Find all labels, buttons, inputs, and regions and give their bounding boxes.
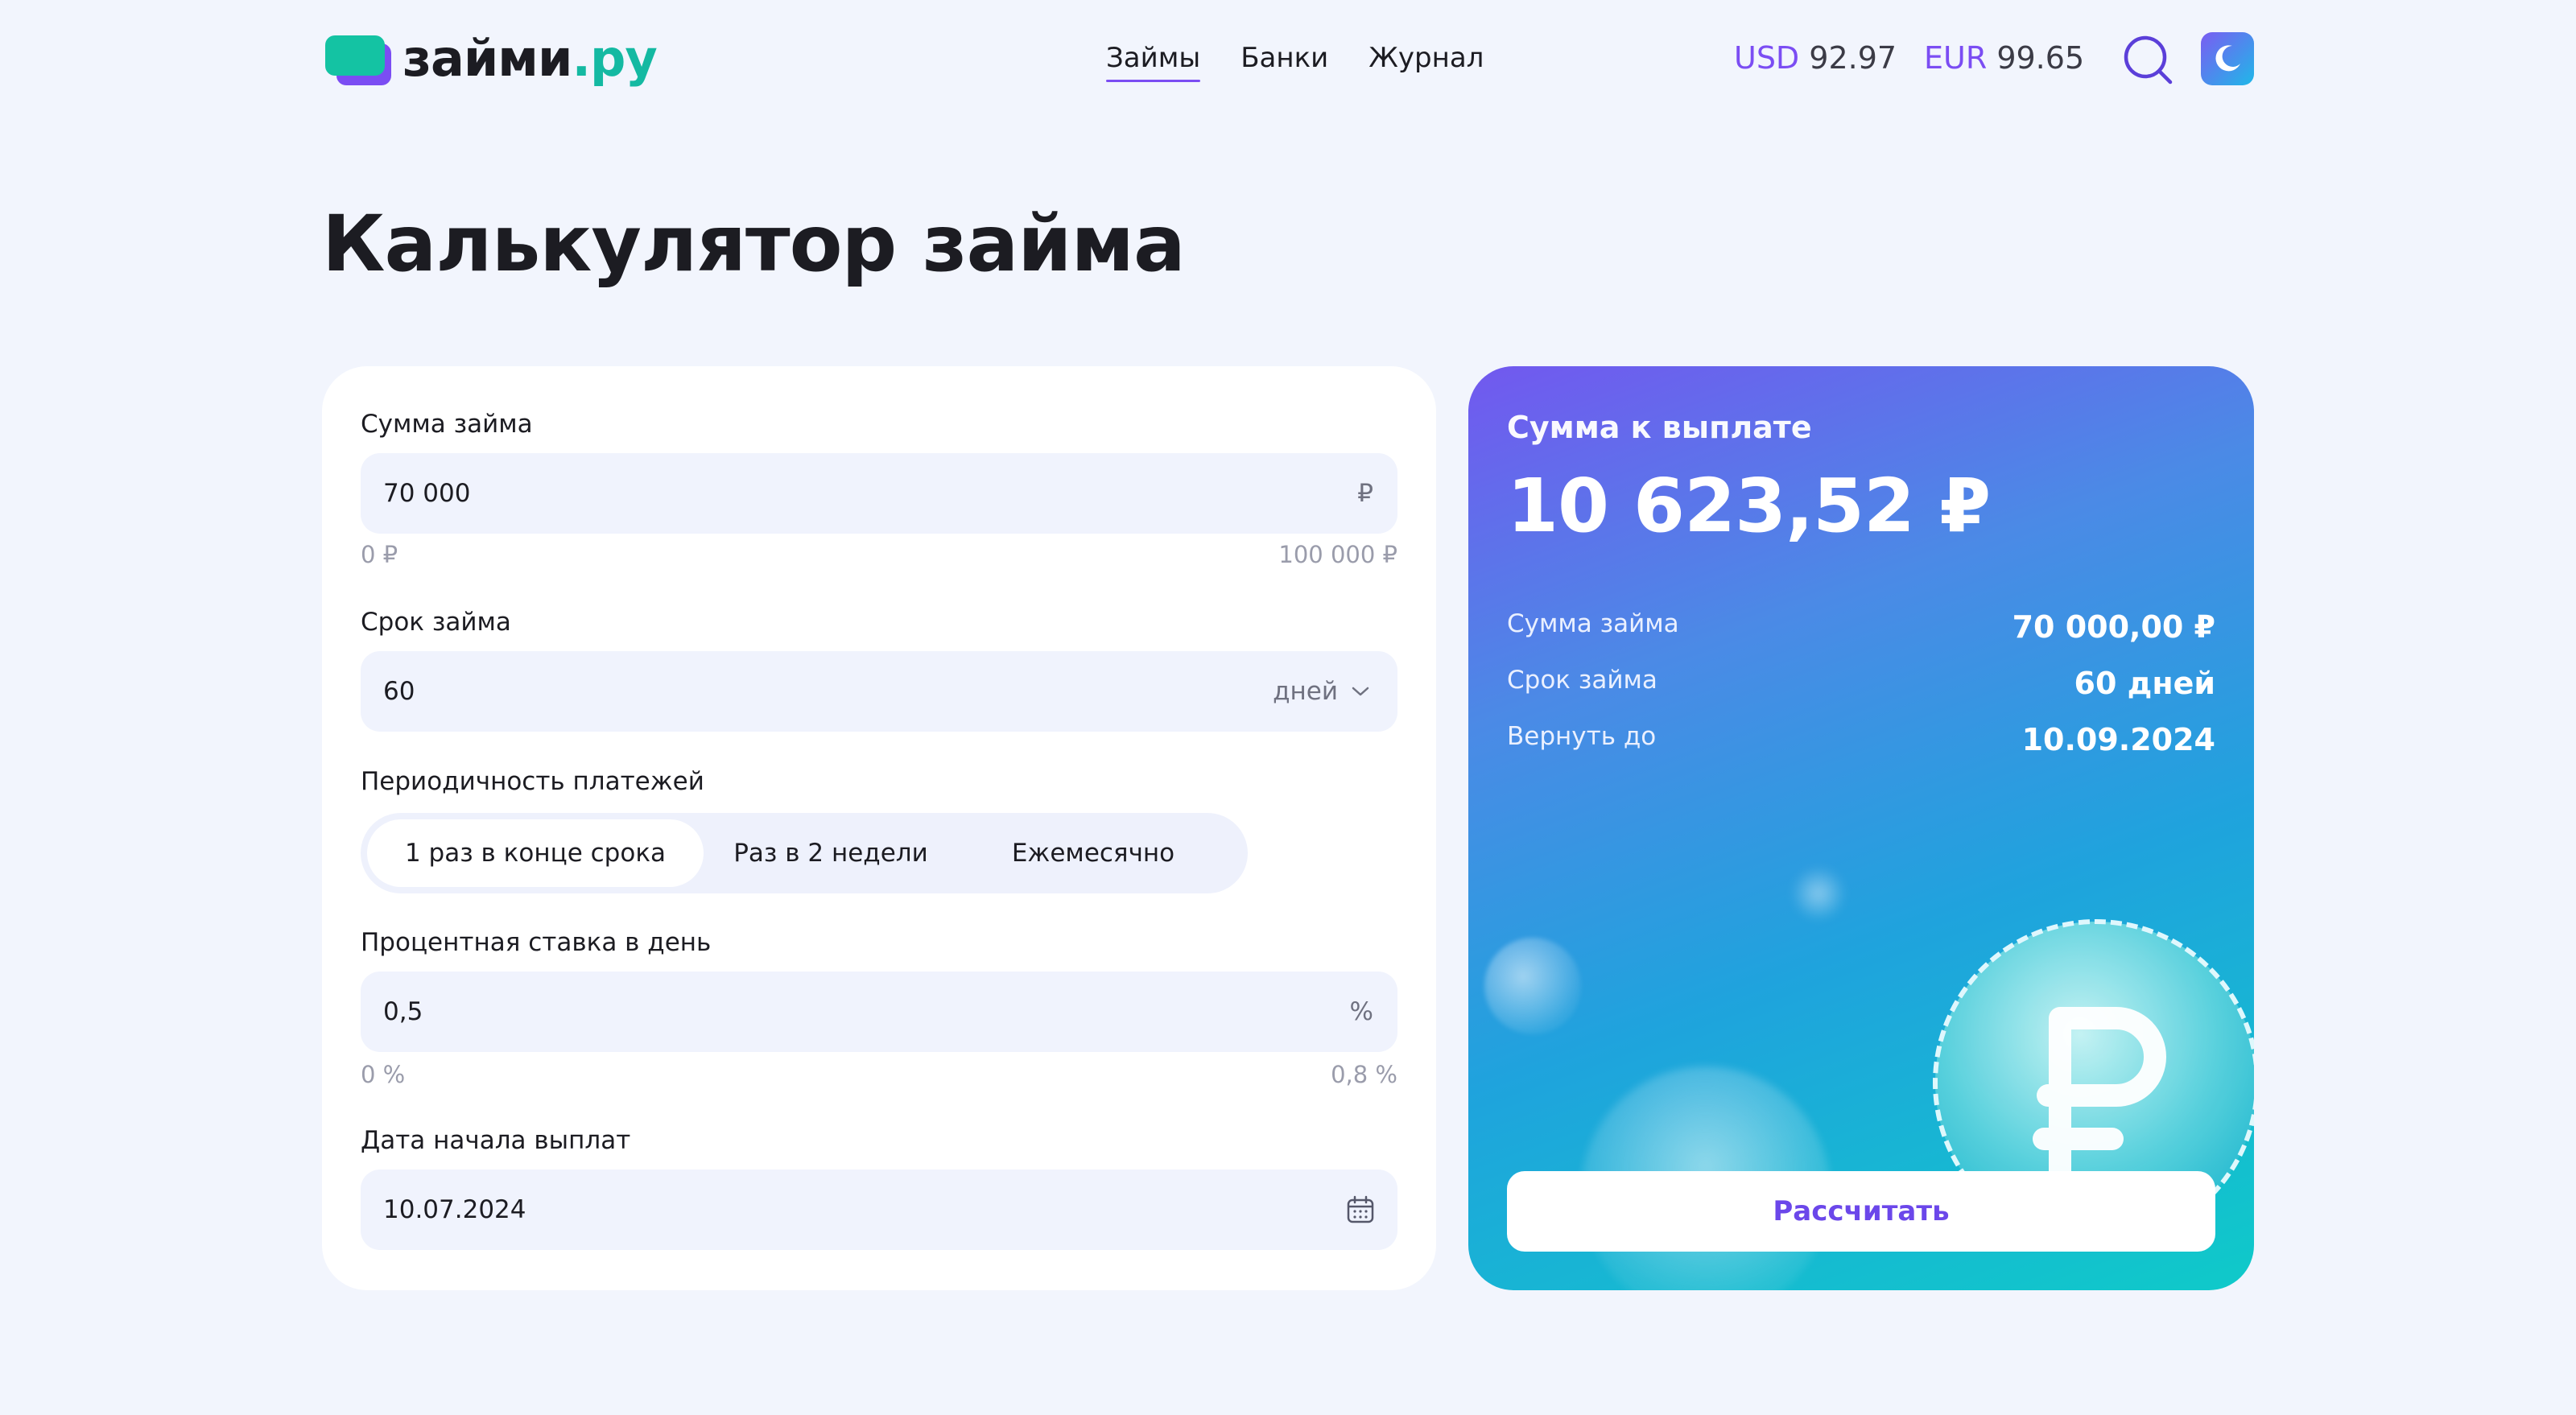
term-input[interactable]: 60 дней [361, 651, 1397, 732]
term-value: 60 [383, 677, 415, 706]
amount-min-label: 0 ₽ [361, 541, 398, 568]
search-icon [2124, 35, 2173, 85]
calculate-button[interactable]: Рассчитать [1507, 1171, 2215, 1252]
theme-toggle-button[interactable] [2201, 32, 2254, 85]
rate-input[interactable]: 0,5 % [361, 972, 1397, 1052]
term-unit-select[interactable]: дней [1273, 675, 1338, 708]
result-amount: 10 623,52 ₽ [1507, 463, 1991, 549]
eur-rate: EUR 99.65 [1924, 40, 2084, 76]
start-date-input[interactable]: 10.07.2024 [361, 1170, 1397, 1250]
rate-value: 0,5 [383, 997, 423, 1026]
usd-rate: USD 92.97 [1734, 40, 1897, 76]
rate-label: Процентная ставка в день [361, 928, 712, 957]
eur-rate-value: 99.65 [1996, 40, 2085, 76]
frequency-option-end-of-term[interactable]: 1 раз в конце срока [367, 819, 704, 887]
summary-amount-label: Сумма займа [1507, 609, 1679, 638]
usd-rate-currency: USD [1734, 40, 1800, 76]
frequency-option-monthly[interactable]: Ежемесячно [972, 819, 1214, 887]
logo-icon [325, 32, 391, 85]
nav-item-journal[interactable]: Журнал [1368, 40, 1484, 76]
main-nav: Займы Банки Журнал [1106, 40, 1524, 82]
rate-max-label: 0,8 % [1331, 1061, 1397, 1088]
frequency-segmented-control: 1 раз в конце срока Раз в 2 недели Ежеме… [361, 813, 1248, 893]
amount-value: 70 000 [383, 479, 471, 508]
amount-label: Сумма займа [361, 410, 533, 439]
moon-icon [2215, 45, 2240, 72]
decor-bubble [1790, 865, 1847, 922]
calendar-icon[interactable] [1346, 1195, 1375, 1224]
amount-max-label: 100 000 ₽ [1278, 541, 1397, 568]
start-date-label: Дата начала выплат [361, 1126, 631, 1155]
summary-due-value: 10.09.2024 [2021, 722, 2215, 757]
loan-form-card: Сумма займа 70 000 ₽ 0 ₽ 100 000 ₽ Срок … [322, 366, 1436, 1290]
rate-min-label: 0 % [361, 1061, 406, 1088]
decor-bubble [1484, 938, 1581, 1034]
summary-due-label: Вернуть до [1507, 722, 1657, 751]
logo[interactable]: займи.ру [325, 29, 658, 88]
amount-input[interactable]: 70 000 ₽ [361, 453, 1397, 534]
page-title: Калькулятор займа [322, 199, 1186, 289]
logo-text: займи.ру [402, 29, 658, 88]
result-card: Сумма к выплате 10 623,52 ₽ Сумма займа … [1468, 366, 2254, 1290]
result-title: Сумма к выплате [1507, 410, 1812, 445]
summary-term-value: 60 дней [2074, 666, 2215, 701]
chevron-down-icon[interactable] [1351, 683, 1370, 699]
usd-rate-value: 92.97 [1809, 40, 1897, 76]
summary-amount-value: 70 000,00 ₽ [2012, 609, 2215, 645]
header: займи.ру Займы Банки Журнал USD 92.97 EU… [0, 0, 2576, 121]
nav-item-loans[interactable]: Займы [1106, 40, 1201, 82]
nav-item-banks[interactable]: Банки [1241, 40, 1328, 76]
eur-rate-currency: EUR [1924, 40, 1988, 76]
search-button[interactable] [2120, 32, 2177, 89]
logo-text-domain: .ру [572, 29, 657, 88]
percent-icon: % [1349, 997, 1373, 1026]
ruble-icon: ₽ [1357, 479, 1373, 508]
summary-term-label: Срок займа [1507, 666, 1657, 695]
page: займи.ру Займы Банки Журнал USD 92.97 EU… [0, 0, 2576, 1415]
logo-text-main: займи [402, 29, 572, 88]
start-date-value: 10.07.2024 [383, 1195, 526, 1224]
frequency-option-biweekly[interactable]: Раз в 2 недели [710, 819, 952, 887]
term-label: Срок займа [361, 608, 511, 637]
frequency-label: Периодичность платежей [361, 767, 704, 796]
